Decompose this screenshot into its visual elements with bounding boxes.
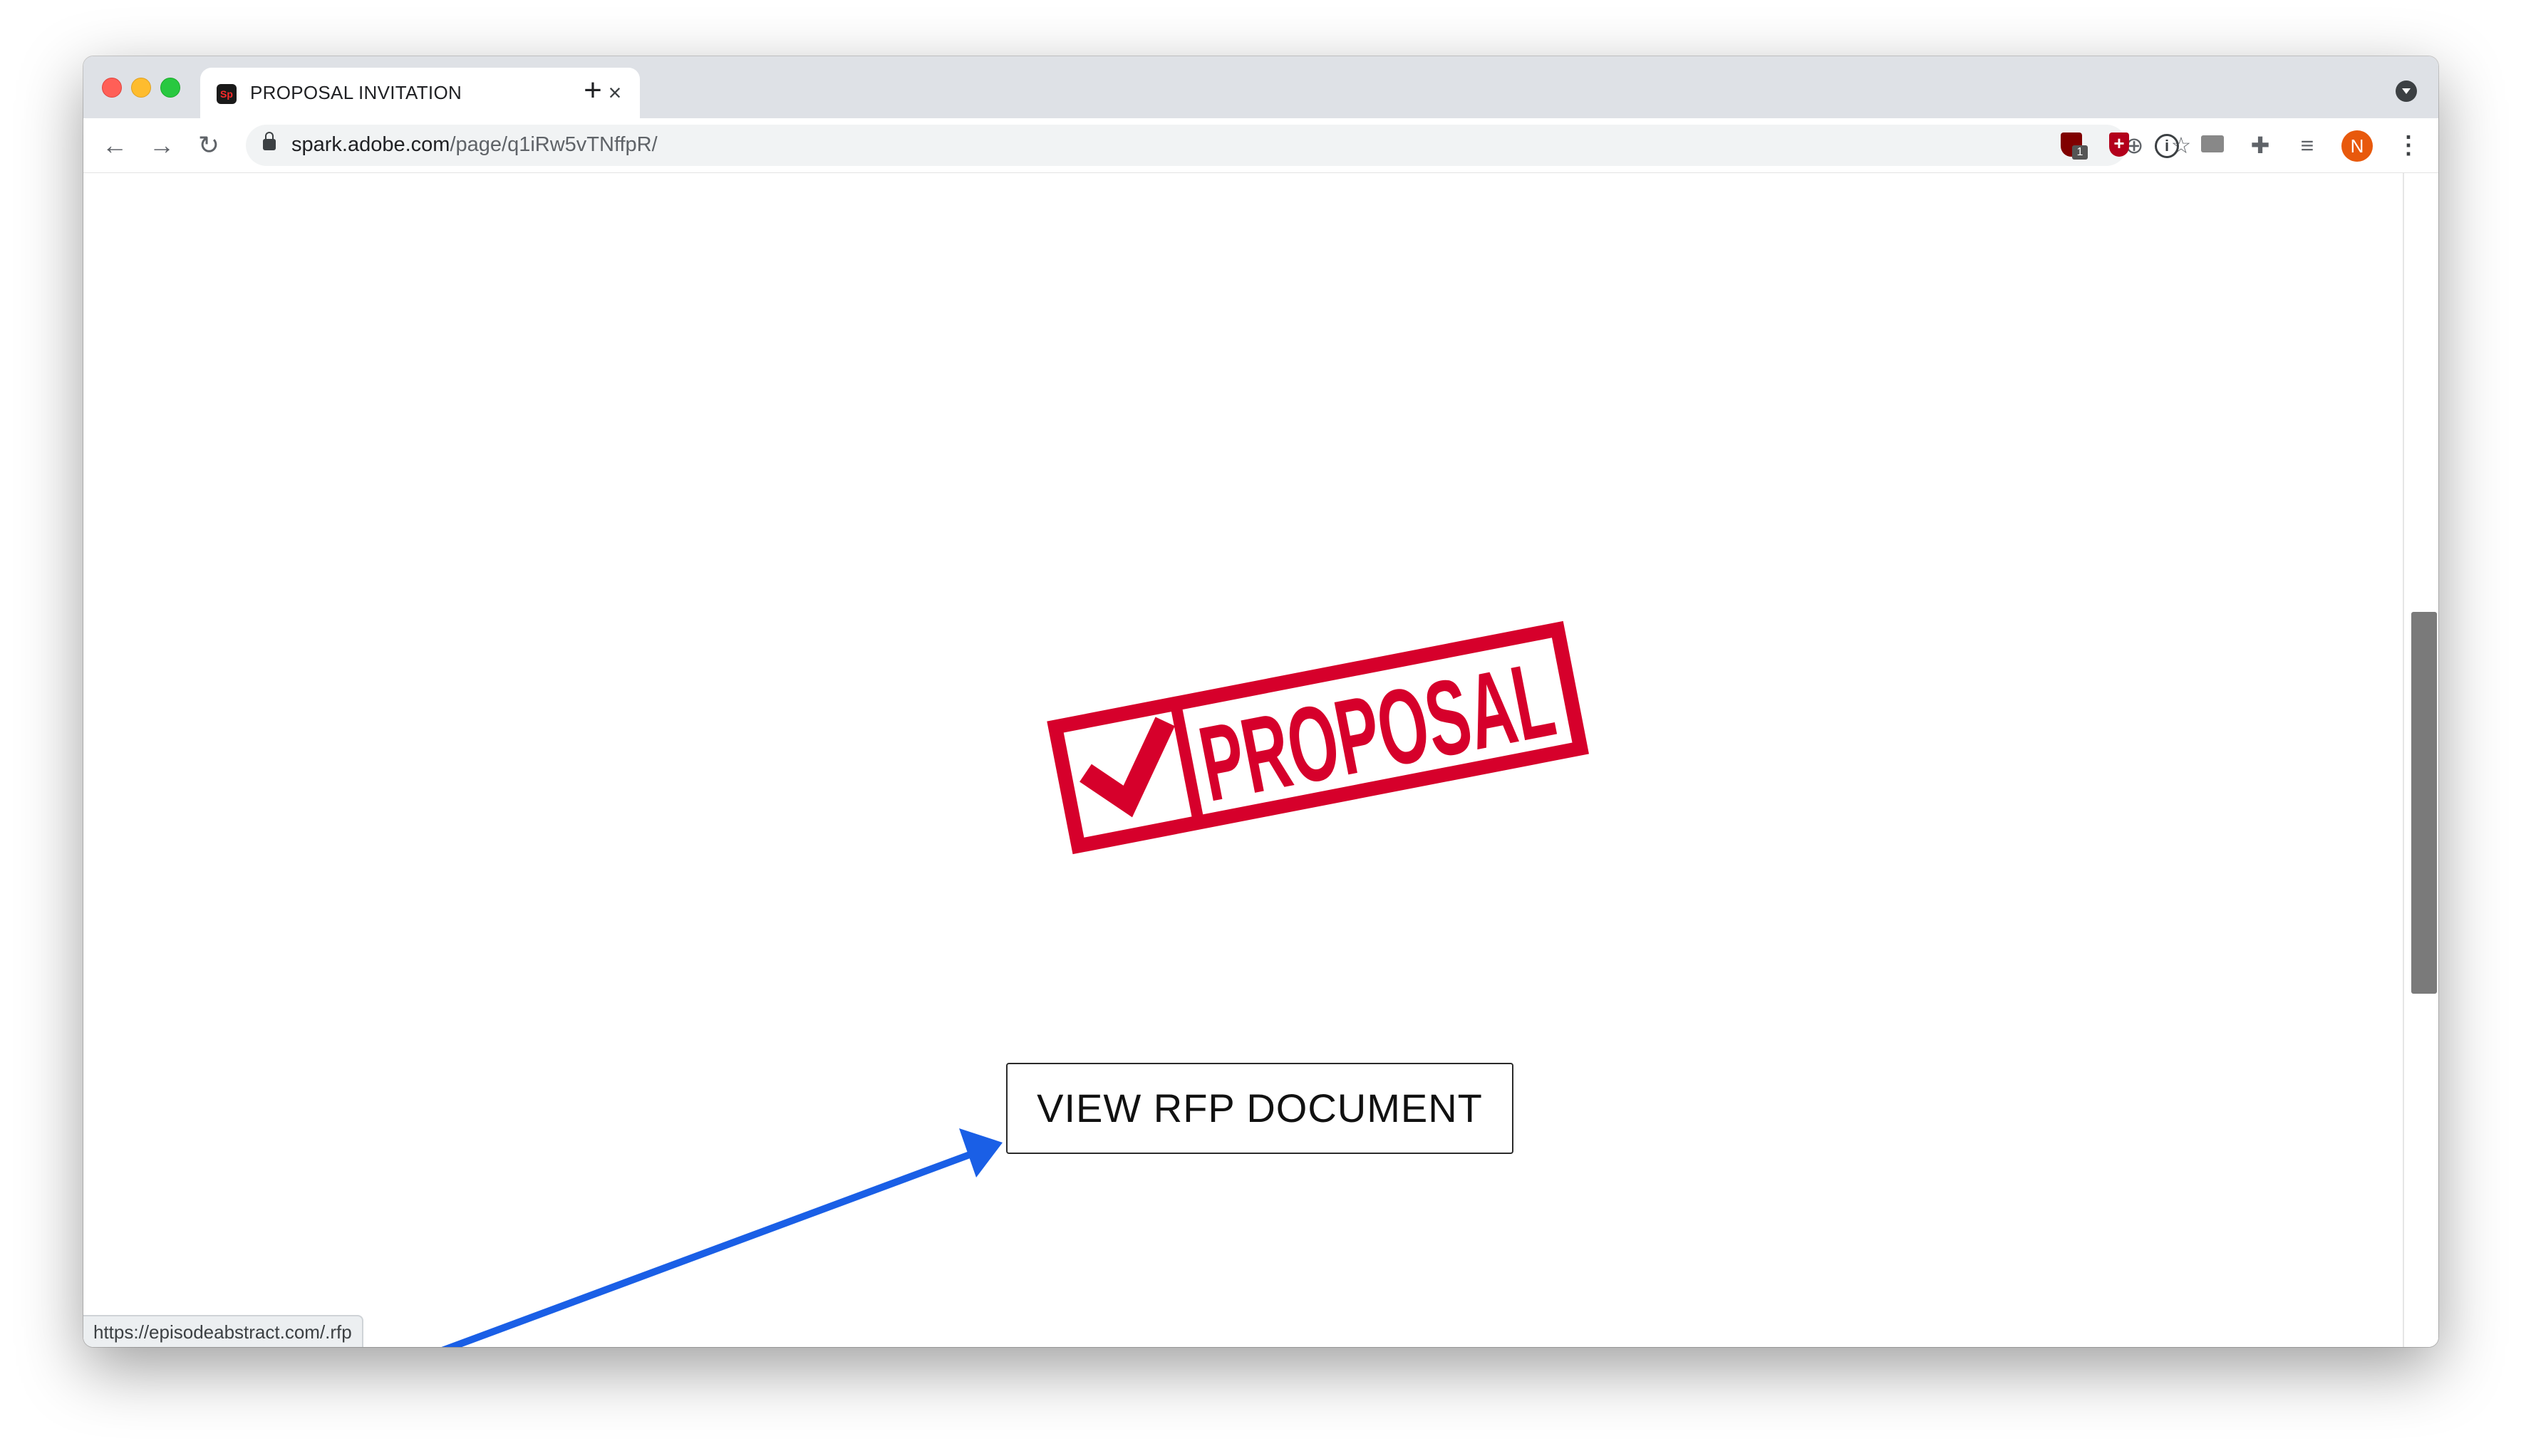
arrow-left-icon[interactable]: ← [98,128,132,162]
doc-icon[interactable] [2198,130,2229,161]
proposal-stamp-image: PROPOSAL [1047,620,1589,855]
url-host: spark.adobe.com [291,133,450,156]
stamp-check-icon [1080,717,1175,818]
close-window-button[interactable] [102,78,122,98]
puzzle-icon[interactable]: ✚ [2245,130,2276,161]
minimize-window-button[interactable] [131,78,151,98]
shield-plus-icon[interactable]: + [2103,130,2135,161]
tab-strip: Sp PROPOSAL INVITATION × + [83,56,2438,118]
info-glyph: i [2155,134,2179,158]
shield-plus-glyph: + [2113,132,2125,154]
media-icon[interactable]: ≡ [2292,130,2323,161]
tab-title: PROPOSAL INVITATION [250,82,462,103]
tab-search-icon[interactable] [2396,80,2417,102]
ublock-badge: 1 [2072,145,2088,160]
profile-avatar[interactable]: N [2341,130,2373,162]
annotation-arrow-head [959,1128,1003,1177]
url-path: /page/q1iRw5vTNffpR/ [450,133,658,156]
arrow-right-icon[interactable]: → [145,128,179,162]
browser-window: Sp PROPOSAL INVITATION × + ← → ↻ spark.a… [83,56,2438,1347]
zoom-window-button[interactable] [160,78,180,98]
info-icon[interactable]: i [2150,130,2182,161]
vertical-scrollbar[interactable] [2403,173,2438,1347]
scrollbar-thumb[interactable] [2411,612,2437,994]
page-viewport: PROPOSAL VIEW RFP DOCUMENT [83,173,2438,1347]
annotation-arrow-shaft [441,1147,983,1347]
lock-icon[interactable] [263,132,276,150]
status-url-bubble: https://episodeabstract.com/.rfp [83,1315,363,1347]
url-text[interactable]: spark.adobe.com/page/q1iRw5vTNffpR/ [291,133,658,157]
view-rfp-document-button[interactable]: VIEW RFP DOCUMENT [1006,1063,1513,1154]
browser-toolbar: ← → ↻ spark.adobe.com/page/q1iRw5vTNffpR… [83,118,2438,173]
adobe-spark-favicon-icon: Sp [217,84,237,104]
screenshot-stage: Sp PROPOSAL INVITATION × + ← → ↻ spark.a… [0,0,2521,1456]
kebab-menu-icon[interactable]: ⋮ [2396,130,2421,161]
ublock-icon[interactable]: 1 [2056,130,2088,161]
reload-icon[interactable]: ↻ [192,128,226,162]
address-bar[interactable]: spark.adobe.com/page/q1iRw5vTNffpR/ ⊕ ☆ [246,125,2191,166]
new-tab-plus-icon[interactable]: + [571,75,614,106]
doc-shape [2201,135,2224,152]
